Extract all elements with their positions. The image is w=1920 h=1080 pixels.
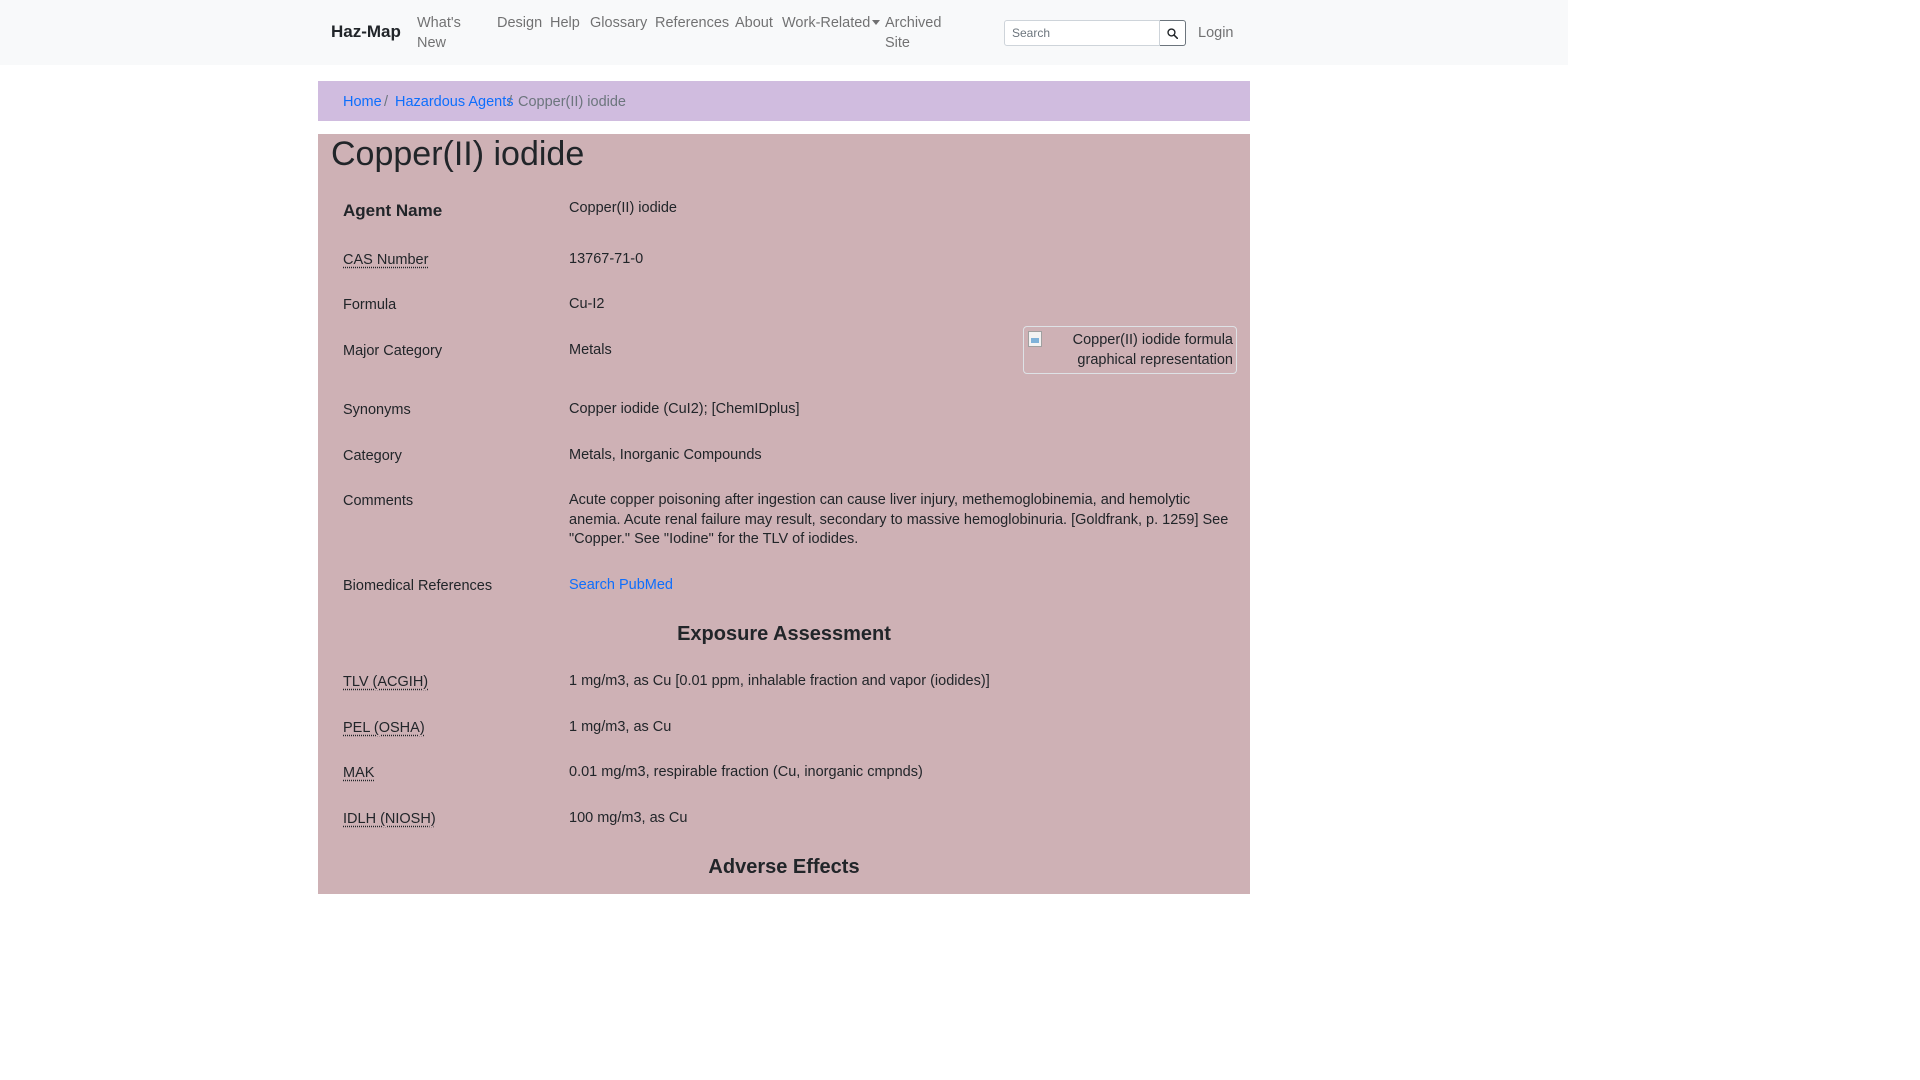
login-link[interactable]: Login bbox=[1198, 23, 1233, 43]
major-category-label: Major Category bbox=[343, 343, 443, 359]
formula-value: Cu-I2 bbox=[569, 296, 605, 312]
pel-label[interactable]: PEL (OSHA) bbox=[343, 718, 425, 738]
breadcrumb-separator: / bbox=[508, 94, 513, 110]
cas-number-label[interactable]: CAS Number bbox=[343, 250, 428, 270]
nav-whats-new-line1: What's bbox=[417, 15, 461, 31]
major-category-value: Metals bbox=[569, 342, 612, 358]
search-pubmed-link[interactable]: Search PubMed bbox=[569, 576, 673, 596]
synonyms-value: Copper iodide (CuI2); [ChemIDplus] bbox=[569, 401, 800, 417]
nav-design[interactable]: Design bbox=[497, 13, 542, 33]
mak-label[interactable]: MAK bbox=[343, 763, 374, 783]
search-button[interactable] bbox=[1160, 20, 1186, 46]
synonyms-label: Synonyms bbox=[343, 402, 411, 418]
nav-help[interactable]: Help bbox=[550, 13, 580, 33]
tlv-label[interactable]: TLV (ACGIH) bbox=[343, 672, 428, 692]
nav-archived-site-line2: Site bbox=[885, 35, 910, 51]
agent-name-value: Copper(II) iodide bbox=[569, 200, 677, 216]
biomedical-references-label: Biomedical References bbox=[343, 578, 493, 594]
breadcrumb-home[interactable]: Home bbox=[343, 93, 382, 111]
nav-whats-new[interactable]: What's New bbox=[417, 13, 461, 53]
dropdown-caret-icon bbox=[872, 20, 881, 25]
nav-glossary[interactable]: Glossary bbox=[590, 13, 647, 33]
formula-label: Formula bbox=[343, 297, 397, 313]
page-title: Copper(II) iodide bbox=[331, 135, 585, 173]
idlh-value: 100 mg/m3, as Cu bbox=[569, 810, 688, 826]
search-form bbox=[1004, 20, 1186, 46]
nav-about[interactable]: About bbox=[735, 13, 773, 33]
pel-value: 1 mg/m3, as Cu bbox=[569, 719, 672, 735]
agent-name-label: Agent Name bbox=[343, 201, 443, 220]
tlv-value: 1 mg/m3, as Cu [0.01 ppm, inhalable frac… bbox=[569, 673, 990, 689]
category-label: Category bbox=[343, 448, 402, 464]
top-navbar: Haz-Map What's New Design Help Glossary … bbox=[0, 0, 1568, 65]
breadcrumb-hazardous-agents[interactable]: Hazardous Agents bbox=[395, 93, 514, 111]
formula-image-alt-text: Copper(II) iodide formula graphical repr… bbox=[1072, 332, 1233, 368]
nav-work-related-dropdown[interactable]: Work-Related bbox=[782, 13, 881, 33]
comments-value: Acute copper poisoning after ingestion c… bbox=[569, 492, 1229, 547]
nav-whats-new-line2: New bbox=[417, 35, 447, 51]
mak-value: 0.01 mg/m3, respirable fraction (Cu, ino… bbox=[569, 764, 923, 780]
nav-archived-site[interactable]: Archived Site bbox=[885, 13, 941, 53]
comments-label: Comments bbox=[343, 493, 414, 509]
formula-image: Copper(II) iodide formula graphical repr… bbox=[1023, 326, 1237, 374]
breadcrumb-current: Copper(II) iodide bbox=[518, 94, 626, 110]
nav-work-related-label: Work-Related bbox=[782, 15, 871, 31]
breadcrumb-separator: / bbox=[384, 94, 389, 110]
broken-image-icon bbox=[1028, 331, 1042, 347]
category-value: Metals, Inorganic Compounds bbox=[569, 447, 762, 463]
search-icon bbox=[1167, 27, 1178, 39]
brand-logo-link[interactable]: Haz-Map bbox=[331, 22, 401, 42]
exposure-assessment-heading: Exposure Assessment bbox=[677, 623, 891, 645]
idlh-label[interactable]: IDLH (NIOSH) bbox=[343, 809, 436, 829]
nav-archived-site-line1: Archived bbox=[885, 15, 942, 31]
adverse-effects-heading: Adverse Effects bbox=[708, 856, 860, 878]
cas-number-value: 13767-71-0 bbox=[569, 251, 644, 267]
search-input[interactable] bbox=[1004, 20, 1160, 46]
nav-references[interactable]: References bbox=[655, 13, 729, 33]
